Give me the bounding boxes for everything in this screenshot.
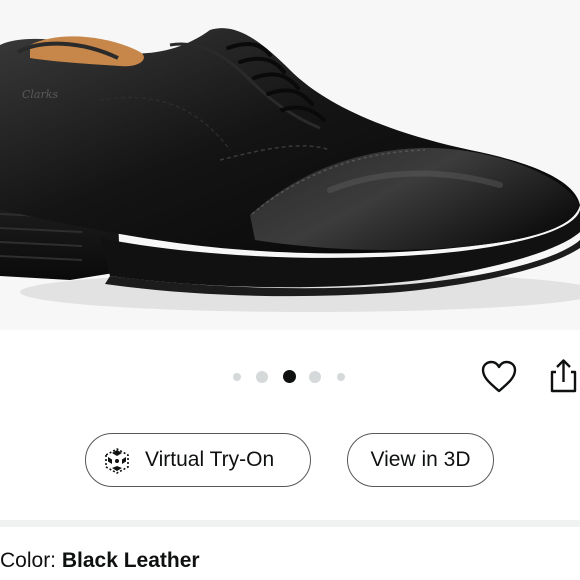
carousel-dot-active[interactable] bbox=[283, 370, 296, 383]
heart-icon bbox=[481, 360, 517, 393]
product-image[interactable]: Clarks bbox=[0, 0, 580, 330]
svg-text:Clarks: Clarks bbox=[22, 88, 58, 101]
shoe-illustration: Clarks bbox=[0, 28, 580, 312]
share-icon bbox=[550, 359, 577, 393]
color-selection: Color: Black Leather bbox=[0, 549, 200, 573]
share-button[interactable] bbox=[543, 356, 580, 396]
view-in-3d-label: View in 3D bbox=[370, 448, 471, 471]
carousel-dot[interactable] bbox=[337, 373, 345, 381]
section-divider bbox=[0, 520, 580, 527]
virtual-try-on-label: Virtual Try-On bbox=[145, 448, 275, 471]
carousel-dot[interactable] bbox=[256, 371, 268, 383]
favorite-button[interactable] bbox=[479, 357, 519, 397]
view-in-3d-button[interactable]: View in 3D bbox=[347, 433, 494, 487]
ar-cube-icon bbox=[103, 447, 131, 481]
color-label: Color: bbox=[0, 549, 62, 572]
color-value: Black Leather bbox=[61, 549, 200, 572]
carousel-dot[interactable] bbox=[233, 373, 241, 381]
carousel-dot[interactable] bbox=[309, 371, 321, 383]
virtual-try-on-button[interactable]: Virtual Try-On bbox=[85, 433, 311, 487]
